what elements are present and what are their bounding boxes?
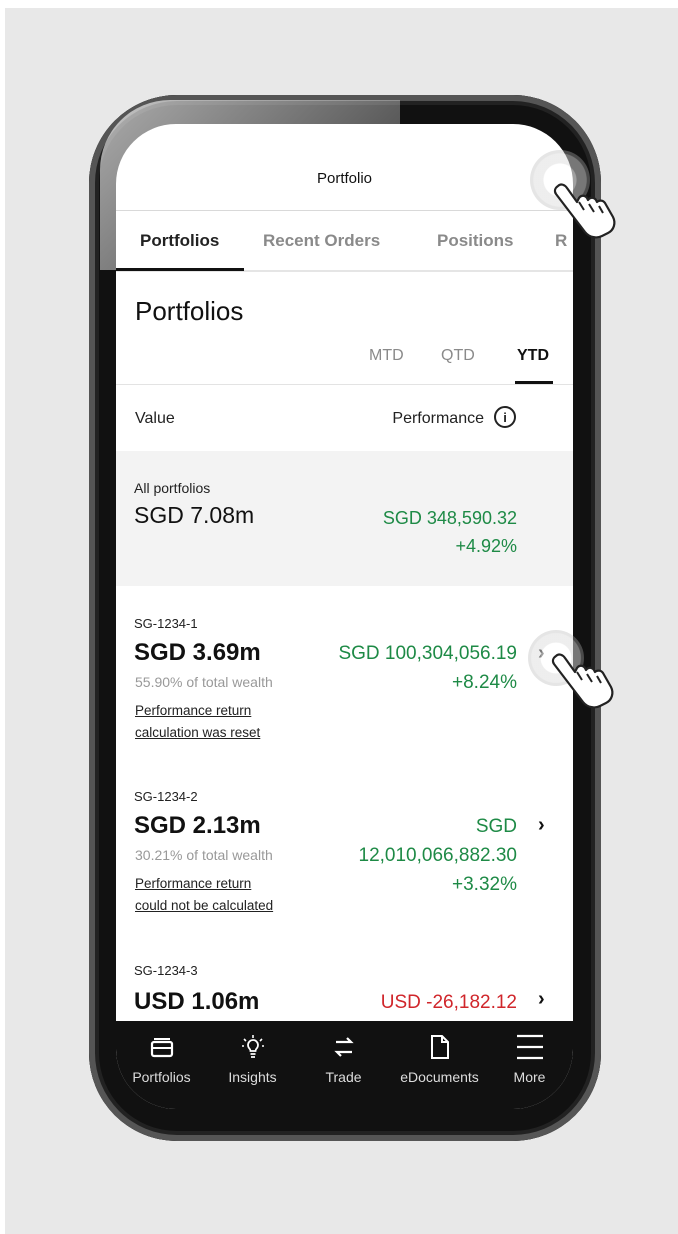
chevron-right-icon[interactable]: › <box>538 814 545 837</box>
performance-note-link[interactable]: Performance return <box>135 873 251 895</box>
portfolio-share: 55.90% of total wealth <box>135 674 273 690</box>
performance-column-label: Performance <box>392 410 484 427</box>
portfolio-value: SGD 2.13m <box>134 812 261 839</box>
portfolio-row-1[interactable]: SG-1234-1 SGD 3.69m 55.90% of total weal… <box>116 586 573 760</box>
period-ytd[interactable]: YTD <box>517 347 549 365</box>
portfolio-perf-amount: SGD 100,304,056.19 <box>338 643 517 664</box>
nav-label: eDocuments <box>400 1069 479 1085</box>
bottom-navigation: Portfolios Insights Trade eDocuments Mor… <box>116 1021 573 1109</box>
portfolio-id: SG-1234-1 <box>134 616 198 631</box>
info-icon[interactable]: i <box>494 406 516 428</box>
portfolio-perf-amount: USD -26,182.12 <box>380 992 517 1013</box>
nav-label: Portfolios <box>132 1069 191 1085</box>
tab-positions[interactable]: Positions <box>437 231 514 251</box>
portfolio-id: SG-1234-3 <box>134 963 198 978</box>
phone-screen: Portfolio Portfolios Recent Orders Posit… <box>116 124 573 1109</box>
lightbulb-icon <box>207 1033 298 1061</box>
page-title: Portfolio <box>316 170 373 187</box>
period-qtd[interactable]: QTD <box>441 347 475 365</box>
pointing-hand-icon <box>551 653 614 709</box>
portfolio-perf-pct: +8.24% <box>452 672 517 693</box>
summary-label: All portfolios <box>134 480 211 496</box>
nav-more[interactable]: More <box>484 1021 573 1109</box>
section-title: Portfolios <box>135 296 244 326</box>
active-period-indicator <box>515 381 553 384</box>
swap-icon <box>298 1033 389 1061</box>
performance-note-link[interactable]: Performance return <box>135 700 251 722</box>
document-icon <box>394 1033 485 1061</box>
column-header: Value Performance i <box>116 385 573 452</box>
nav-insights[interactable]: Insights <box>207 1021 298 1109</box>
nav-portfolios[interactable]: Portfolios <box>116 1021 207 1109</box>
value-column-label: Value <box>135 410 175 427</box>
top-bar: Portfolio <box>116 124 573 211</box>
tab-recent-orders[interactable]: Recent Orders <box>263 231 380 251</box>
portfolio-row-2[interactable]: SG-1234-2 SGD 2.13m 30.21% of total weal… <box>116 759 573 934</box>
tab-bar: Portfolios Recent Orders Positions R <box>116 210 573 272</box>
period-selector: MTD QTD YTD <box>116 334 573 385</box>
portfolio-perf-currency: SGD <box>475 816 517 837</box>
summary-perf-amount: SGD 348,590.32 <box>382 508 517 528</box>
nav-label: Insights <box>228 1069 277 1085</box>
portfolio-value: SGD 3.69m <box>134 639 261 666</box>
active-tab-indicator <box>116 268 244 271</box>
summary-perf-pct: +4.92% <box>455 536 517 556</box>
summary-value: SGD 7.08m <box>134 502 255 528</box>
nav-label: More <box>513 1069 546 1085</box>
portfolio-perf-pct: +3.32% <box>452 874 517 895</box>
tab-portfolios[interactable]: Portfolios <box>140 231 219 251</box>
portfolio-perf-amount: 12,010,066,882.30 <box>358 845 518 866</box>
performance-note-link-line2[interactable]: could not be calculated <box>135 895 273 917</box>
portfolio-id: SG-1234-2 <box>134 789 198 804</box>
nav-trade[interactable]: Trade <box>298 1021 389 1109</box>
portfolio-share: 30.21% of total wealth <box>135 847 273 863</box>
portfolio-icon <box>116 1033 207 1061</box>
performance-note-link-line2[interactable]: calculation was reset <box>135 722 260 744</box>
pointing-hand-icon <box>553 183 616 239</box>
period-mtd[interactable]: MTD <box>369 347 404 365</box>
chevron-right-icon[interactable]: › <box>538 988 545 1011</box>
all-portfolios-summary: All portfolios SGD 7.08m SGD 348,590.32 … <box>116 451 573 587</box>
portfolio-value: USD 1.06m <box>134 988 260 1015</box>
nav-edocuments[interactable]: eDocuments <box>394 1021 485 1109</box>
nav-label: Trade <box>325 1069 362 1085</box>
menu-icon <box>484 1033 573 1061</box>
